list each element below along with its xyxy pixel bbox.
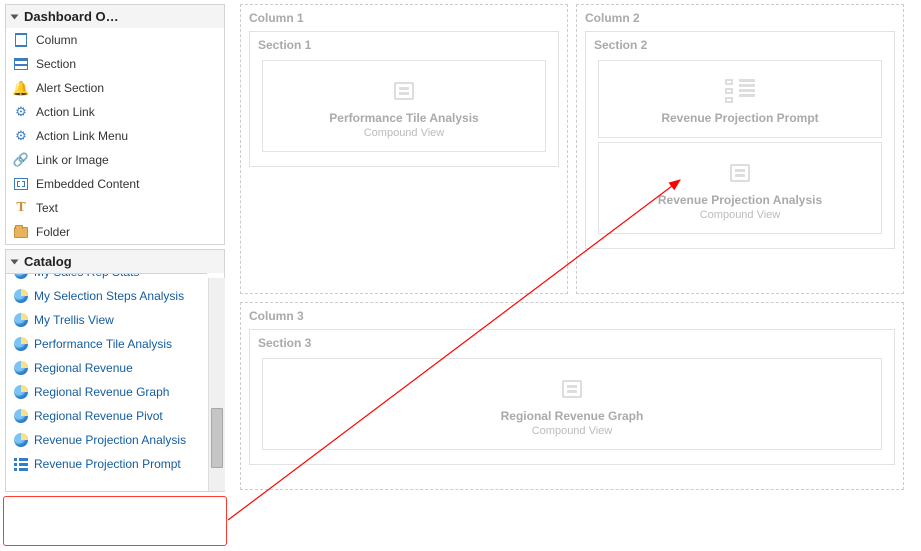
tile-subtitle: Compound View [271,127,537,139]
catalog-item-label: Regional Revenue Graph [34,385,169,399]
layout-section[interactable]: Section 2 Revenue Projection Prompt Reve… [585,31,895,249]
column-title: Column 3 [241,303,903,325]
analysis-tile[interactable]: Revenue Projection Analysis Compound Vie… [598,142,882,234]
catalog-item[interactable]: My Sales Rep Stats [6,273,207,284]
layout-column[interactable]: Column 2 Section 2 Revenue Projection Pr… [576,4,904,294]
tile-subtitle: Compound View [607,209,873,221]
layout-column[interactable]: Column 1 Section 1 Performance Tile Anal… [240,4,568,294]
panel-title: Catalog [24,254,72,269]
catalog-item[interactable]: Regional Revenue [6,356,207,380]
do-label: Text [36,201,58,215]
do-item-link-or-image[interactable]: 🔗 Link or Image [6,148,224,172]
section-title: Section 2 [586,32,894,56]
catalog-item[interactable]: Revenue Projection Prompt [6,452,207,476]
dashboard-objects-panel: Dashboard O… Column Section 🔔 Alert Secti… [5,4,225,245]
do-item-column[interactable]: Column [6,28,224,52]
do-label: Folder [36,225,70,239]
analysis-icon [14,289,28,303]
do-item-folder[interactable]: Folder [6,220,224,244]
catalog-item[interactable]: My Trellis View [6,308,207,332]
panel-title: Dashboard O… [24,9,119,24]
collapse-icon [11,259,19,264]
catalog-item-label: Regional Revenue [34,361,133,375]
catalog-item[interactable]: Revenue Projection Analysis [6,428,207,452]
tile-title: Revenue Projection Prompt [607,111,873,125]
text-icon: T [14,201,28,215]
catalog-item-label: My Trellis View [34,313,114,327]
catalog-panel: Catalog My Sales Rep Stats My Selection … [5,249,225,492]
analysis-icon [14,385,28,399]
column-icon [14,33,28,47]
compound-view-icon [607,161,873,185]
action-link-menu-icon: ⚙ [14,129,28,143]
analysis-icon [14,337,28,351]
layout-section[interactable]: Section 3 Regional Revenue Graph Compoun… [249,329,895,465]
catalog-item[interactable]: My Selection Steps Analysis [6,284,207,308]
tile-title: Regional Revenue Graph [271,409,873,423]
layout-section[interactable]: Section 1 Performance Tile Analysis Comp… [249,31,559,167]
analysis-icon [14,433,28,447]
do-label: Section [36,57,76,71]
section-title: Section 3 [250,330,894,354]
compound-view-icon [271,377,873,401]
bell-icon: 🔔 [14,81,28,95]
catalog-item-label: My Sales Rep Stats [34,273,139,279]
compound-view-icon [271,79,537,103]
do-label: Action Link Menu [36,129,128,143]
tile-title: Revenue Projection Analysis [607,193,873,207]
prompt-icon [607,79,873,103]
catalog-item[interactable]: Regional Revenue Graph [6,380,207,404]
do-item-action-link[interactable]: ⚙ Action Link [6,100,224,124]
folder-icon [14,225,28,239]
catalog-item[interactable]: Regional Revenue Pivot [6,404,207,428]
scrollbar-thumb[interactable] [211,408,223,468]
do-label: Link or Image [36,153,109,167]
tile-title: Performance Tile Analysis [271,111,537,125]
do-item-section[interactable]: Section [6,52,224,76]
analysis-tile[interactable]: Performance Tile Analysis Compound View [262,60,546,152]
do-label: Action Link [36,105,95,119]
catalog-item[interactable]: Performance Tile Analysis [6,332,207,356]
sidebar: Dashboard O… Column Section 🔔 Alert Secti… [5,4,225,492]
action-link-icon: ⚙ [14,105,28,119]
highlight-annotation [3,496,227,546]
analysis-icon [14,273,28,279]
embed-icon [14,177,28,191]
catalog-item-label: Revenue Projection Analysis [34,433,186,447]
catalog-item-label: Regional Revenue Pivot [34,409,163,423]
collapse-icon [11,14,19,19]
catalog-item-label: My Selection Steps Analysis [34,289,184,303]
analysis-icon [14,409,28,423]
column-title: Column 2 [577,5,903,27]
layout-column[interactable]: Column 3 Section 3 Regional Revenue Grap… [240,302,904,490]
do-item-action-link-menu[interactable]: ⚙ Action Link Menu [6,124,224,148]
catalog-header[interactable]: Catalog [6,250,224,273]
analysis-icon [14,313,28,327]
section-icon [14,57,28,71]
do-item-embedded-content[interactable]: Embedded Content [6,172,224,196]
prompt-icon [14,457,28,471]
do-label: Column [36,33,77,47]
do-label: Alert Section [36,81,104,95]
column-title: Column 1 [241,5,567,27]
do-label: Embedded Content [36,177,139,191]
prompt-tile[interactable]: Revenue Projection Prompt [598,60,882,138]
do-item-text[interactable]: T Text [6,196,224,220]
catalog-scrollbar[interactable] [208,278,225,491]
analysis-icon [14,361,28,375]
catalog-item-label: Revenue Projection Prompt [34,457,181,471]
catalog-item-label: Performance Tile Analysis [34,337,172,351]
analysis-tile[interactable]: Regional Revenue Graph Compound View [262,358,882,450]
section-title: Section 1 [250,32,558,56]
link-icon: 🔗 [14,153,28,167]
layout-canvas: Column 1 Section 1 Performance Tile Anal… [240,4,910,490]
do-item-alert-section[interactable]: 🔔 Alert Section [6,76,224,100]
dashboard-objects-header[interactable]: Dashboard O… [6,5,224,28]
tile-subtitle: Compound View [271,425,873,437]
